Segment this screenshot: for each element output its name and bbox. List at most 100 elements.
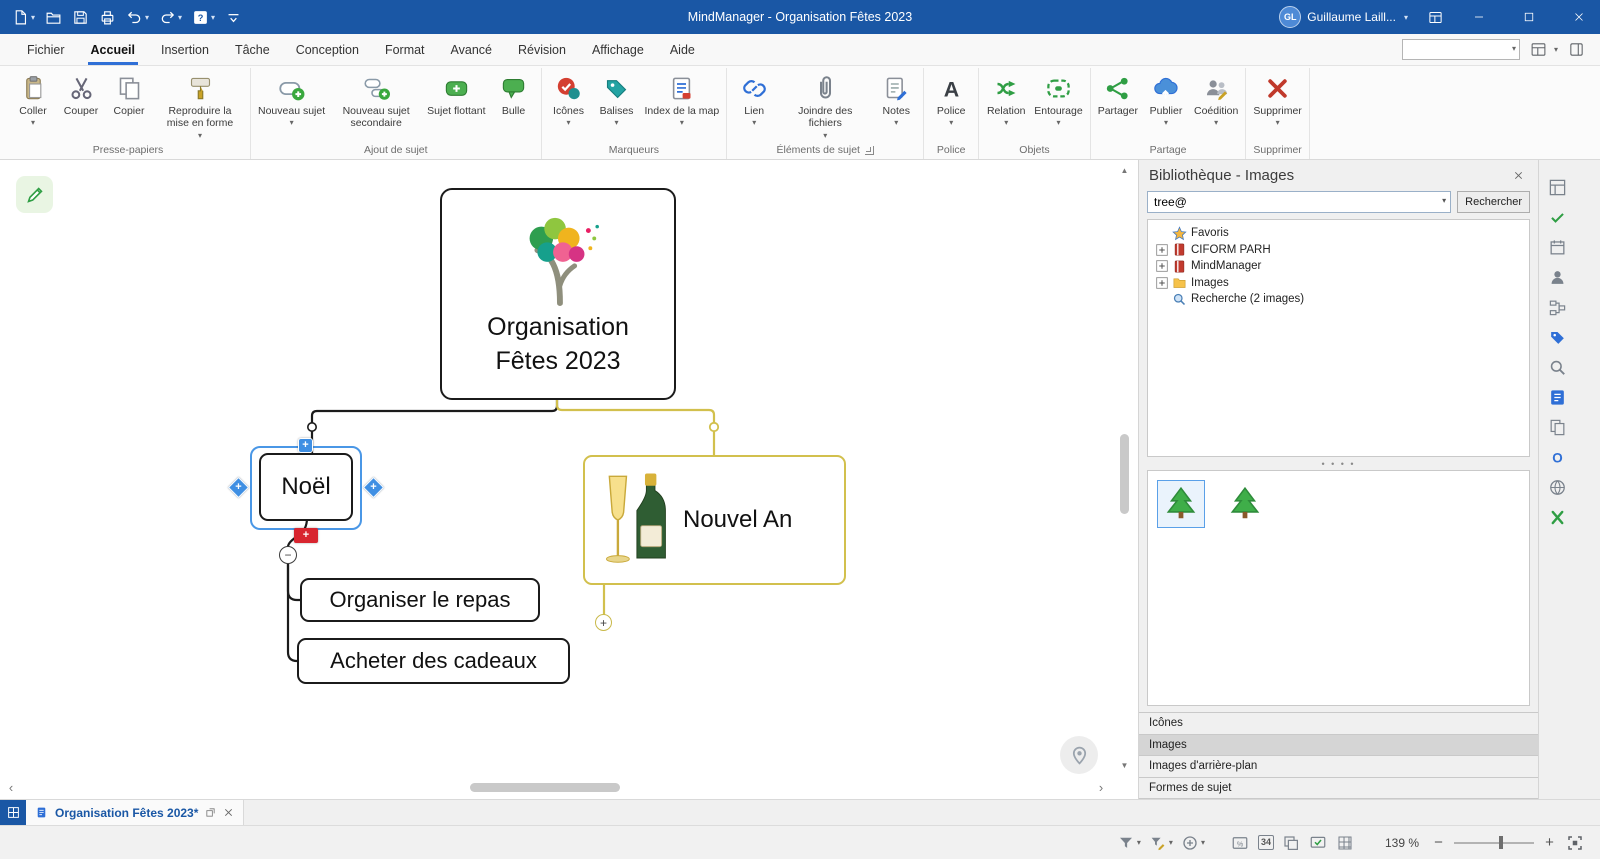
zoom-out-button[interactable]: − bbox=[1431, 834, 1446, 851]
library-tree-item-0[interactable]: Favoris bbox=[1150, 225, 1527, 242]
slide-percent-button[interactable]: % bbox=[1231, 833, 1250, 852]
map-parts-icon[interactable] bbox=[1546, 296, 1568, 318]
menu-tab-aide[interactable]: Aide bbox=[657, 34, 708, 65]
add-topic-handle-right[interactable]: + bbox=[366, 480, 381, 495]
add-subtopic-handle[interactable]: + bbox=[294, 528, 318, 543]
share-button[interactable]: Partager bbox=[1094, 72, 1142, 118]
expand-icon[interactable] bbox=[1156, 244, 1168, 256]
menu-tab-conception[interactable]: Conception bbox=[283, 34, 372, 65]
coediting-button[interactable]: Coédition▾ bbox=[1190, 72, 1242, 128]
account-menu[interactable]: GL Guillaume Laill... ▾ bbox=[1275, 6, 1412, 28]
library-panel-icon[interactable] bbox=[1546, 176, 1568, 198]
hyperlink-button[interactable]: Lien▾ bbox=[730, 72, 778, 128]
search-button[interactable]: Rechercher bbox=[1457, 191, 1530, 213]
excel-export-icon[interactable] bbox=[1546, 506, 1568, 528]
save-button[interactable] bbox=[68, 3, 93, 31]
topic-acheter-des-cadeaux[interactable]: Acheter des cadeaux bbox=[297, 638, 570, 684]
new-topic-button[interactable]: Nouveau sujet▾ bbox=[254, 72, 329, 128]
menu-tab-avancé[interactable]: Avancé bbox=[438, 34, 505, 65]
topic-root[interactable]: Organisation Fêtes 2023 bbox=[440, 188, 676, 400]
library-tree-item-1[interactable]: CIFORM PARH bbox=[1150, 242, 1527, 259]
library-section-images-d-arri-re-plan[interactable]: Images d'arrière-plan bbox=[1139, 756, 1538, 778]
scroll-up-icon[interactable]: ▲ bbox=[1121, 164, 1129, 178]
ribbon-search-input[interactable] bbox=[1402, 39, 1520, 60]
popout-icon[interactable] bbox=[205, 807, 216, 818]
collapse-branch-button[interactable]: − bbox=[279, 546, 297, 564]
chevron-down-icon[interactable]: ▾ bbox=[1442, 196, 1446, 205]
tags-panel-icon[interactable] bbox=[1546, 326, 1568, 348]
filter-add-button[interactable]: ▾ bbox=[1181, 833, 1205, 852]
schedule-icon[interactable] bbox=[1546, 236, 1568, 258]
publish-button[interactable]: Publier▾ bbox=[1142, 72, 1190, 128]
vertical-scroll-thumb[interactable] bbox=[1120, 434, 1129, 514]
tree-image-2[interactable] bbox=[1221, 480, 1269, 528]
panel-close-icon[interactable] bbox=[1508, 165, 1528, 185]
tab-close-icon[interactable] bbox=[223, 807, 234, 818]
notes-button[interactable]: Notes▾ bbox=[872, 72, 920, 128]
web-panel-icon[interactable] bbox=[1546, 476, 1568, 498]
boundary-button[interactable]: Entourage▾ bbox=[1030, 72, 1086, 128]
add-topic-handle-left[interactable]: + bbox=[231, 480, 246, 495]
undo-button[interactable]: ▾ bbox=[122, 3, 153, 31]
library-tree-item-2[interactable]: MindManager bbox=[1150, 258, 1527, 275]
zoom-in-button[interactable]: + bbox=[1542, 834, 1557, 851]
library-tree-item-4[interactable]: Recherche (2 images) bbox=[1150, 291, 1527, 308]
paste-button[interactable]: Coller▾ bbox=[9, 72, 57, 128]
cut-button[interactable]: Couper bbox=[57, 72, 105, 118]
menu-tab-accueil[interactable]: Accueil bbox=[78, 34, 148, 65]
topic-organiser-le-repas[interactable]: Organiser le repas bbox=[300, 578, 540, 622]
library-section-images[interactable]: Images bbox=[1139, 735, 1538, 757]
resources-icon[interactable] bbox=[1546, 266, 1568, 288]
horizontal-scroll-thumb[interactable] bbox=[470, 783, 620, 792]
map-index-button[interactable]: Index de la map▾ bbox=[641, 72, 724, 128]
snippets-icon[interactable] bbox=[1546, 416, 1568, 438]
print-button[interactable] bbox=[95, 3, 120, 31]
panel-toggle-icon[interactable] bbox=[1568, 40, 1588, 60]
search-panel-icon[interactable] bbox=[1546, 356, 1568, 378]
expand-branch-button[interactable]: + bbox=[595, 614, 612, 631]
menu-tab-insertion[interactable]: Insertion bbox=[148, 34, 222, 65]
task-info-icon[interactable] bbox=[1546, 386, 1568, 408]
menu-tab-fichier[interactable]: Fichier bbox=[14, 34, 78, 65]
menu-tab-révision[interactable]: Révision bbox=[505, 34, 579, 65]
scroll-right-icon[interactable]: › bbox=[1094, 781, 1108, 794]
maximize-icon[interactable] bbox=[1508, 0, 1550, 34]
filter-edit-button[interactable]: ▾ bbox=[1149, 833, 1173, 852]
scroll-left-icon[interactable]: ‹ bbox=[4, 781, 18, 794]
zoom-slider[interactable] bbox=[1454, 835, 1534, 850]
expand-icon[interactable] bbox=[1156, 260, 1168, 272]
horizontal-scroll-track[interactable] bbox=[18, 780, 1094, 795]
chevron-down-icon[interactable]: ▾ bbox=[1512, 44, 1516, 53]
floating-topic-button[interactable]: Sujet flottant bbox=[423, 72, 489, 118]
topic-noel[interactable]: Noël bbox=[259, 453, 353, 521]
location-pin-button[interactable] bbox=[1060, 736, 1098, 774]
new-document-button[interactable]: ▾ bbox=[8, 3, 39, 31]
attach-button[interactable]: Joindre des fichiers▾ bbox=[778, 72, 872, 141]
icon-markers-button[interactable]: Icônes▾ bbox=[545, 72, 593, 128]
customize-quick-access-button[interactable] bbox=[221, 3, 246, 31]
window-layout-icon[interactable] bbox=[1420, 0, 1450, 34]
zoom-slider-thumb[interactable] bbox=[1499, 836, 1503, 849]
library-section-ic-nes[interactable]: Icônes bbox=[1139, 713, 1538, 735]
filter-button[interactable]: ▾ bbox=[1117, 833, 1141, 852]
callout-button[interactable]: Bulle bbox=[490, 72, 538, 118]
outline-view-icon[interactable]: O bbox=[1546, 446, 1568, 468]
map-view-icon[interactable] bbox=[0, 800, 26, 825]
map-canvas[interactable]: Organisation Fêtes 2023 Noël + + + + bbox=[0, 160, 1138, 799]
vertical-scroll-track[interactable] bbox=[1116, 178, 1133, 759]
library-section-formes-de-sujet[interactable]: Formes de sujet bbox=[1139, 778, 1538, 800]
panel-splitter[interactable]: • • • • bbox=[1139, 457, 1538, 470]
close-icon[interactable] bbox=[1558, 0, 1600, 34]
vertical-scrollbar[interactable]: ▲ ▼ bbox=[1116, 164, 1133, 773]
tree-image-1[interactable] bbox=[1157, 480, 1205, 528]
smart-rules-icon[interactable] bbox=[1546, 206, 1568, 228]
new-subtopic-button[interactable]: Nouveau sujet secondaire bbox=[329, 72, 423, 131]
slide-check-button[interactable] bbox=[1309, 833, 1328, 852]
menu-tab-tâche[interactable]: Tâche bbox=[222, 34, 283, 65]
relationship-button[interactable]: Relation▾ bbox=[982, 72, 1030, 128]
edit-mode-badge[interactable] bbox=[16, 176, 53, 213]
fit-map-button[interactable] bbox=[1565, 833, 1584, 852]
menu-tab-affichage[interactable]: Affichage bbox=[579, 34, 657, 65]
library-tree-item-3[interactable]: Images bbox=[1150, 275, 1527, 292]
help-button[interactable]: ?▾ bbox=[188, 3, 219, 31]
